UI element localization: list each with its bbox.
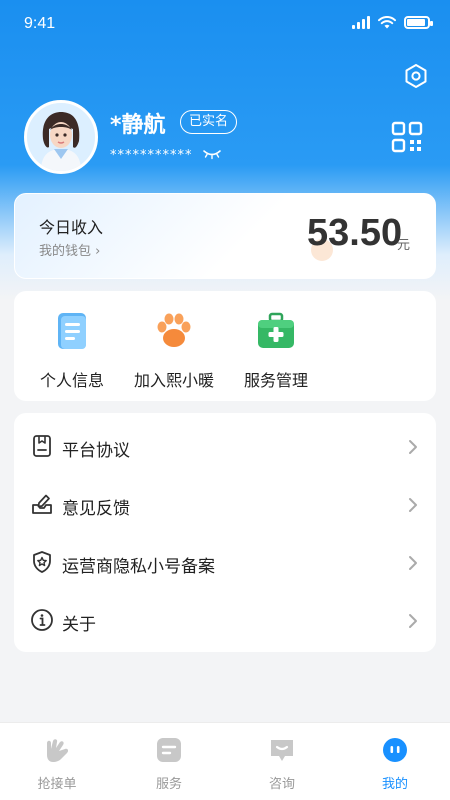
menu-item-label: 运营商隐私小号备案: [62, 557, 215, 577]
paw-icon: [157, 313, 191, 347]
chevron-right-icon: ›: [95, 244, 101, 259]
chevron-right-icon: [409, 498, 417, 512]
status-bar: 9:41: [0, 0, 450, 48]
tab-label: 服务: [155, 777, 182, 792]
qr-code-icon[interactable]: [390, 120, 424, 154]
income-amount: 53.50: [307, 212, 403, 254]
tab-grab-order[interactable]: 抢接单: [12, 737, 102, 792]
tab-label: 咨询: [268, 777, 295, 792]
menu-item-label: 关于: [62, 615, 96, 635]
profile-icon: [383, 738, 407, 762]
tab-service[interactable]: 服务: [124, 737, 214, 792]
quick-action-label: 服务管理: [243, 371, 308, 390]
chat-icon: [271, 740, 293, 761]
quick-actions-card: 个人信息 加入熙小暖 服务管理: [14, 291, 436, 401]
menu-item-privacy-number-filing[interactable]: 运营商隐私小号备案: [14, 533, 436, 591]
quick-action-personal-info[interactable]: 个人信息: [22, 309, 122, 391]
settings-menu-card: 平台协议 意见反馈 运营商隐私小号备案 关于: [14, 413, 436, 652]
avatar[interactable]: [24, 100, 98, 174]
avatar-portrait-icon: [27, 103, 95, 171]
masked-phone-number: ***********: [110, 148, 193, 163]
quick-action-label: 个人信息: [39, 371, 104, 390]
menu-item-label: 意见反馈: [62, 499, 130, 519]
menu-item-label: 平台协议: [62, 441, 130, 461]
grab-order-icon: [47, 739, 69, 762]
service-icon: [157, 738, 181, 762]
quick-action-label: 加入熙小暖: [133, 371, 214, 390]
menu-item-feedback[interactable]: 意见反馈: [14, 475, 436, 533]
tab-mine[interactable]: 我的: [350, 737, 440, 792]
quick-action-join[interactable]: 加入熙小暖: [124, 309, 224, 391]
today-income-label: 今日收入: [39, 218, 104, 237]
status-time: 9:41: [24, 15, 56, 32]
tab-consult[interactable]: 咨询: [237, 737, 327, 792]
chevron-right-icon: [409, 614, 417, 628]
income-unit: 元: [397, 238, 411, 253]
chevron-right-icon: [409, 440, 417, 454]
status-icons: [352, 15, 433, 29]
my-wallet-link[interactable]: 我的钱包 ›: [39, 240, 100, 259]
agreement-icon: [33, 435, 51, 457]
eye-closed-icon[interactable]: [202, 147, 222, 161]
income-card[interactable]: 今日收入 我的钱包 › 53.50 元: [14, 193, 436, 279]
user-name: *静航: [110, 113, 166, 138]
menu-item-about[interactable]: 关于: [14, 591, 436, 649]
document-icon: [58, 313, 86, 349]
info-icon: [31, 609, 53, 631]
wifi-icon: [378, 15, 396, 28]
menu-item-platform-agreement[interactable]: 平台协议: [14, 417, 436, 475]
shield-star-icon: [33, 551, 51, 573]
tab-label: 我的: [381, 777, 408, 792]
tab-label: 抢接单: [37, 777, 77, 792]
medical-kit-icon: [258, 312, 294, 348]
verified-badge: 已实名: [180, 110, 238, 134]
signal-icon: [352, 15, 370, 29]
bottom-tab-bar: 抢接单 服务 咨询 我的: [0, 722, 450, 800]
battery-icon: [404, 15, 433, 29]
my-wallet-label: 我的钱包: [39, 244, 92, 259]
chevron-right-icon: [409, 556, 417, 570]
settings-hexagon-icon[interactable]: [403, 63, 429, 89]
quick-action-service-management[interactable]: 服务管理: [226, 309, 326, 391]
feedback-icon: [32, 494, 52, 514]
